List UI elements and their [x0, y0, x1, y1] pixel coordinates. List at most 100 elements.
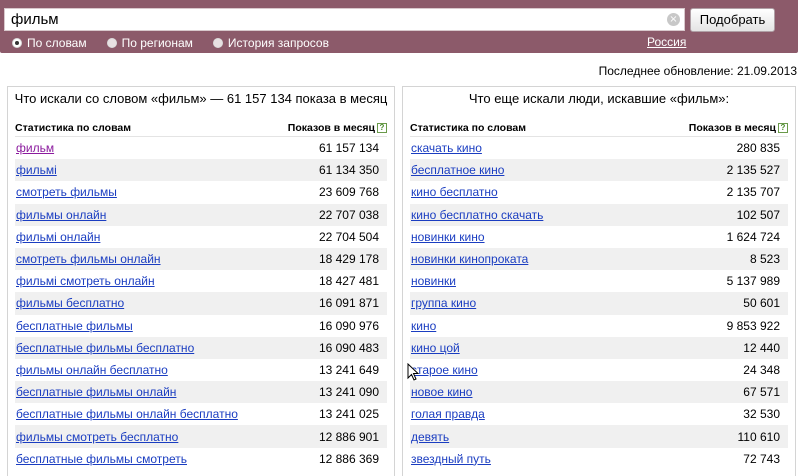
- phrase-link[interactable]: фильмі смотреть онлайн: [16, 274, 155, 288]
- phrase-link[interactable]: кино: [411, 319, 436, 333]
- table-row: бесплатные фильмы онлайн 13 241 090: [15, 381, 387, 404]
- impressions-count: 16 090 483: [318, 340, 379, 355]
- impressions-count: 12 440: [743, 340, 780, 355]
- phrase-link[interactable]: девять: [411, 430, 449, 444]
- mode-label: По словам: [27, 35, 87, 50]
- phrase-link[interactable]: голая правда: [411, 407, 485, 421]
- column-header-count: Показов в месяц: [287, 121, 375, 134]
- table-row: кино бесплатно скачать 102 507: [410, 203, 788, 226]
- table-row: кино цой 12 440: [410, 336, 788, 359]
- impressions-count: 18 429 178: [318, 252, 379, 267]
- impressions-count: 32 530: [743, 407, 780, 422]
- phrase-link[interactable]: фильмі онлайн: [16, 230, 100, 244]
- table-row: фильмі онлайн 22 704 504: [15, 225, 387, 248]
- impressions-count: 5 137 989: [726, 274, 780, 289]
- column-header-count: Показов в месяц: [688, 121, 776, 134]
- phrase-link[interactable]: новинки кино: [411, 230, 485, 244]
- table-row: бесплатные фильмы смотреть 12 886 369: [15, 447, 387, 470]
- phrase-link[interactable]: фильмы онлайн: [16, 208, 106, 222]
- impressions-count: 2 135 707: [726, 185, 780, 200]
- search-bar: фильм × Подобрать По словам По регионам …: [0, 0, 802, 55]
- impressions-count: 67 571: [743, 385, 780, 400]
- mouse-cursor-icon: [407, 363, 419, 381]
- impressions-count: 2 135 527: [726, 163, 780, 178]
- impressions-count: 61 134 350: [318, 163, 379, 178]
- right-panel: Что еще искали люди, искавшие «фильм»: С…: [402, 86, 796, 476]
- mode-label: По регионам: [121, 35, 193, 50]
- mode-by-words[interactable]: По словам: [12, 36, 87, 50]
- phrase-link[interactable]: новинки: [411, 274, 456, 288]
- table-row: новинки кинопроката 8 523: [410, 247, 788, 271]
- table-row: кино бесплатно 2 135 707: [410, 181, 788, 204]
- phrase-link[interactable]: старое кино: [411, 363, 478, 377]
- impressions-count: 9 853 922: [726, 318, 780, 333]
- impressions-count: 72 743: [743, 451, 780, 466]
- search-mode-group: По словам По регионам История запросов: [12, 35, 349, 50]
- phrase-link[interactable]: бесплатное кино: [411, 163, 504, 177]
- phrase-link[interactable]: смотреть фильмы: [16, 185, 117, 199]
- panel-title: Что искали со словом «фильм» — 61 157 13…: [14, 91, 388, 106]
- help-icon[interactable]: ?: [778, 122, 788, 133]
- phrase-link[interactable]: бесплатные фильмы: [16, 319, 133, 333]
- phrase-link[interactable]: группа кино: [411, 296, 476, 310]
- phrase-link[interactable]: бесплатные фильмы онлайн: [16, 385, 176, 399]
- impressions-count: 110 610: [737, 429, 781, 444]
- phrase-link[interactable]: новое кино: [411, 385, 472, 399]
- phrase-link[interactable]: кино цой: [411, 341, 460, 355]
- column-header-words: Статистика по словам: [15, 121, 131, 134]
- table-row: звездный путь 72 743: [410, 447, 788, 470]
- mode-history[interactable]: История запросов: [212, 35, 329, 50]
- phrase-link[interactable]: новинки кинопроката: [411, 252, 528, 266]
- impressions-count: 13 241 649: [318, 362, 379, 377]
- radio-checked-icon: [12, 37, 22, 48]
- phrase-link[interactable]: фильмы смотреть бесплатно: [16, 430, 178, 444]
- help-icon[interactable]: ?: [377, 122, 387, 133]
- mode-by-regions[interactable]: По регионам: [106, 35, 193, 50]
- table-row: бесплатные фильмы бесплатно 16 090 483: [15, 336, 387, 359]
- table-row: бесплатное кино 2 135 527: [410, 159, 788, 182]
- table-row: фильм 61 157 134: [15, 137, 387, 160]
- impressions-count: 23 609 768: [318, 185, 379, 200]
- right-table-rows: скачать кино 280 835 бесплатное кино 2 135 …: [410, 137, 788, 470]
- phrase-link[interactable]: кино бесплатно скачать: [411, 208, 543, 222]
- table-row: девять 110 610: [410, 425, 788, 448]
- phrase-link[interactable]: фильмі: [16, 163, 57, 177]
- region-link[interactable]: Россия: [647, 35, 686, 49]
- impressions-count: 50 601: [743, 296, 780, 311]
- clear-icon[interactable]: ×: [667, 13, 680, 26]
- table-header: Статистика по словам Показов в месяц ?: [410, 115, 788, 137]
- impressions-count: 13 241 090: [318, 385, 379, 400]
- phrase-link[interactable]: кино бесплатно: [411, 185, 498, 199]
- phrase-link[interactable]: смотреть фильмы онлайн: [16, 252, 161, 266]
- table-row: новинки 5 137 989: [410, 270, 788, 293]
- table-row: новинки кино 1 624 724: [410, 225, 788, 248]
- impressions-count: 24 348: [743, 362, 780, 377]
- impressions-count: 18 427 481: [318, 274, 379, 289]
- table-row: группа кино 50 601: [410, 292, 788, 315]
- phrase-link[interactable]: бесплатные фильмы смотреть: [16, 452, 187, 466]
- table-header: Статистика по словам Показов в месяц ?: [15, 115, 387, 137]
- impressions-count: 12 886 901: [318, 429, 379, 444]
- phrase-link[interactable]: скачать кино: [411, 141, 482, 155]
- table-row: голая правда 32 530: [410, 403, 788, 426]
- mode-label: История запросов: [227, 35, 329, 50]
- table-row: кино 9 853 922: [410, 314, 788, 337]
- impressions-count: 102 507: [736, 207, 780, 222]
- table-row: фильмі 61 134 350: [15, 159, 387, 182]
- phrase-link[interactable]: фильмы онлайн бесплатно: [16, 363, 168, 377]
- phrase-link[interactable]: бесплатные фильмы бесплатно: [16, 341, 194, 355]
- table-row: фильмы онлайн бесплатно 13 241 649: [15, 358, 387, 382]
- phrase-link[interactable]: фильмы бесплатно: [16, 296, 124, 310]
- table-row: смотреть фильмы онлайн 18 429 178: [15, 247, 387, 271]
- impressions-count: 1 624 724: [726, 229, 780, 244]
- last-update: Последнее обновление: 21.09.2013: [598, 64, 797, 78]
- search-input[interactable]: фильм: [4, 8, 685, 31]
- impressions-count: 22 704 504: [318, 229, 379, 244]
- panel-title: Что еще искали люди, искавшие «фильм»:: [468, 91, 730, 106]
- phrase-link[interactable]: звездный путь: [411, 452, 491, 466]
- phrase-link[interactable]: фильм: [16, 141, 54, 155]
- submit-button[interactable]: Подобрать: [690, 8, 775, 32]
- column-header-words: Статистика по словам: [410, 121, 526, 134]
- table-row: фильмі смотреть онлайн 18 427 481: [15, 270, 387, 293]
- phrase-link[interactable]: бесплатные фильмы онлайн бесплатно: [16, 407, 238, 421]
